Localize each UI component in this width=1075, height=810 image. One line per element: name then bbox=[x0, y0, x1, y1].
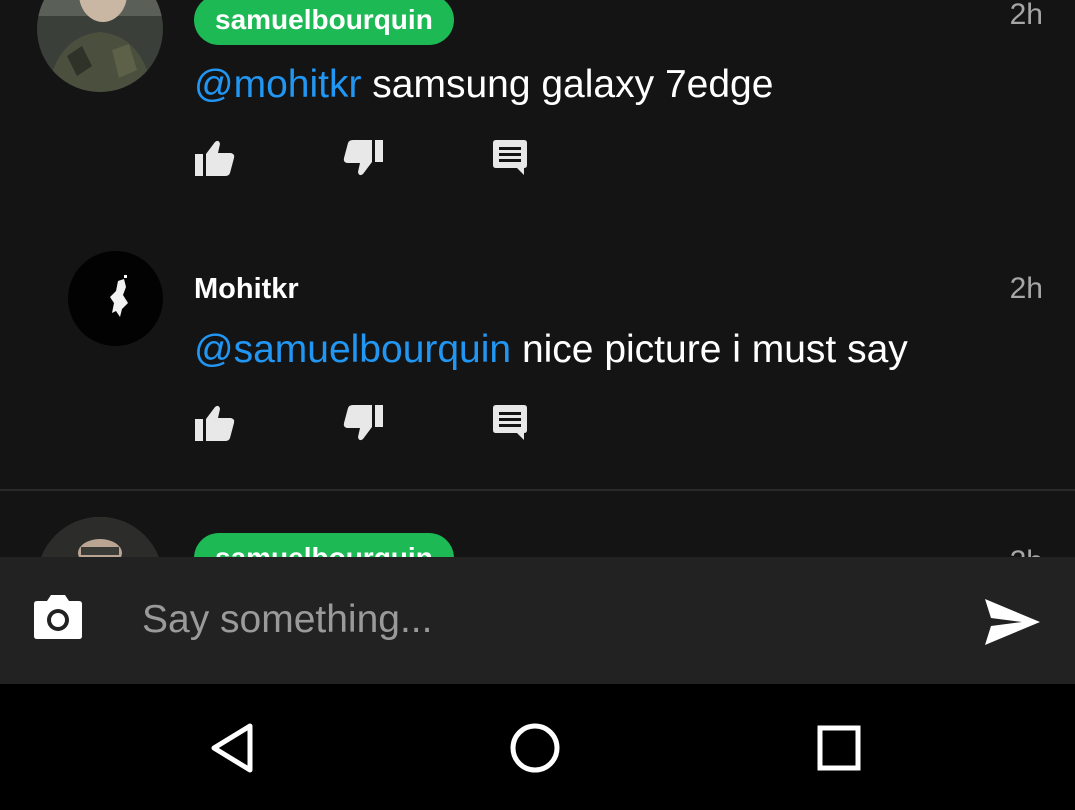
comment-body: samsung galaxy 7edge bbox=[361, 63, 774, 106]
dislike-button[interactable] bbox=[342, 403, 384, 443]
comments-screen: samuelbourquin 2h @mohitkr samsung galax… bbox=[0, 0, 1075, 810]
mention-link[interactable]: @mohitkr bbox=[194, 63, 361, 106]
comment-item: Mohitkr 2h @samuelbourquin nice picture … bbox=[0, 230, 1075, 490]
thumb-down-icon bbox=[343, 405, 383, 441]
comment-icon bbox=[493, 405, 527, 440]
author-name[interactable]: Mohitkr bbox=[194, 272, 299, 306]
system-nav-bar bbox=[0, 684, 1075, 810]
mention-link[interactable]: @samuelbourquin bbox=[194, 328, 511, 371]
send-icon bbox=[985, 599, 1040, 645]
send-button[interactable] bbox=[982, 597, 1042, 647]
home-button[interactable] bbox=[507, 720, 563, 776]
thumb-up-icon bbox=[195, 140, 235, 176]
thumb-up-icon bbox=[195, 405, 235, 441]
comment-item: samuelbourquin 2h bbox=[0, 491, 1075, 557]
recents-square-icon bbox=[817, 725, 861, 771]
camera-icon bbox=[34, 595, 82, 639]
back-triangle-icon bbox=[211, 723, 253, 773]
like-button[interactable] bbox=[194, 138, 236, 178]
avatar[interactable] bbox=[37, 517, 163, 557]
reply-button[interactable] bbox=[490, 138, 532, 178]
camera-button[interactable] bbox=[30, 594, 86, 642]
home-circle-icon bbox=[510, 723, 560, 773]
avatar[interactable] bbox=[37, 0, 163, 92]
comment-timestamp: 2h bbox=[1009, 272, 1043, 305]
comment-body: nice picture i must say bbox=[511, 328, 908, 371]
comment-text: @samuelbourquin nice picture i must say bbox=[194, 327, 908, 373]
thumb-down-icon bbox=[343, 140, 383, 176]
comment-timestamp: 2h bbox=[1010, 545, 1043, 557]
reply-button[interactable] bbox=[490, 403, 532, 443]
message-composer bbox=[0, 557, 1075, 684]
comment-actions bbox=[194, 403, 594, 443]
author-name-badge[interactable]: samuelbourquin bbox=[194, 533, 454, 557]
dislike-button[interactable] bbox=[342, 138, 384, 178]
comment-icon bbox=[493, 140, 527, 175]
avatar[interactable] bbox=[68, 251, 163, 346]
like-button[interactable] bbox=[194, 403, 236, 443]
comment-text: @mohitkr samsung galaxy 7edge bbox=[194, 62, 773, 108]
comment-item: samuelbourquin 2h @mohitkr samsung galax… bbox=[0, 0, 1075, 230]
recents-button[interactable] bbox=[811, 720, 867, 776]
author-name-badge[interactable]: samuelbourquin bbox=[194, 0, 454, 45]
comment-actions bbox=[194, 138, 594, 178]
comment-timestamp: 2h bbox=[1009, 0, 1043, 31]
back-button[interactable] bbox=[206, 720, 262, 776]
say-something-input[interactable] bbox=[142, 587, 942, 653]
